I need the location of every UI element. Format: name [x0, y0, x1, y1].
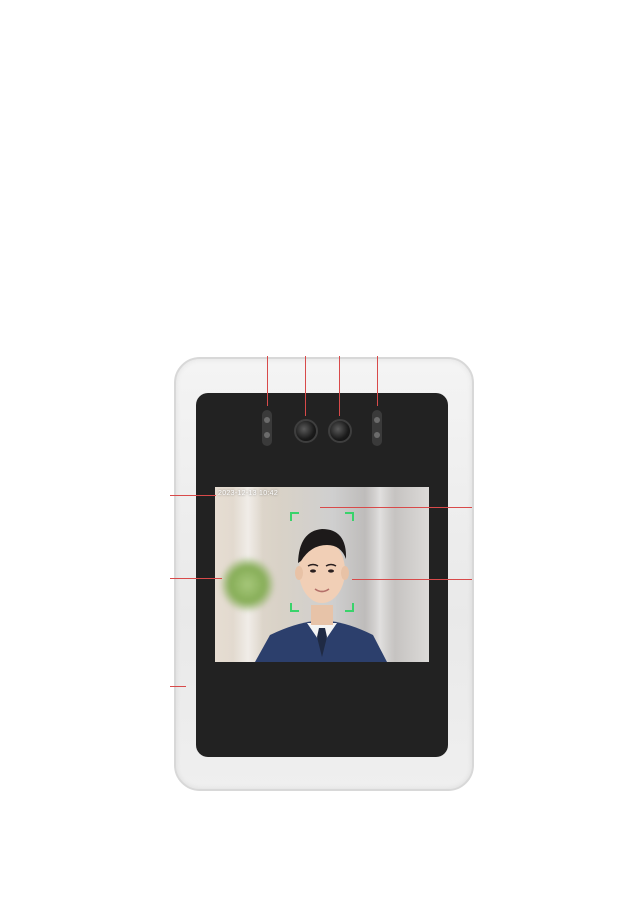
ir-sensor-right-icon	[372, 410, 382, 446]
callout-line-face-right	[352, 579, 472, 580]
callout-line-ir-left	[267, 356, 268, 406]
callout-line-lens-right	[339, 356, 340, 416]
callout-line-screen-left	[170, 495, 216, 496]
screen-timestamp: 2023-12-13 10:42	[218, 490, 279, 497]
person-portrait	[255, 512, 387, 662]
device-display: 2023-12-13 10:42	[215, 487, 429, 662]
camera-lens-right-icon	[328, 419, 352, 443]
callout-line-screen-right	[320, 507, 472, 508]
callout-line-lens-left	[305, 356, 306, 416]
ir-sensor-left-icon	[262, 410, 272, 446]
callout-line-lower-left	[170, 686, 186, 687]
camera-lens-left-icon	[294, 419, 318, 443]
callout-line-face-left	[170, 578, 222, 579]
callout-line-ir-right	[377, 356, 378, 406]
